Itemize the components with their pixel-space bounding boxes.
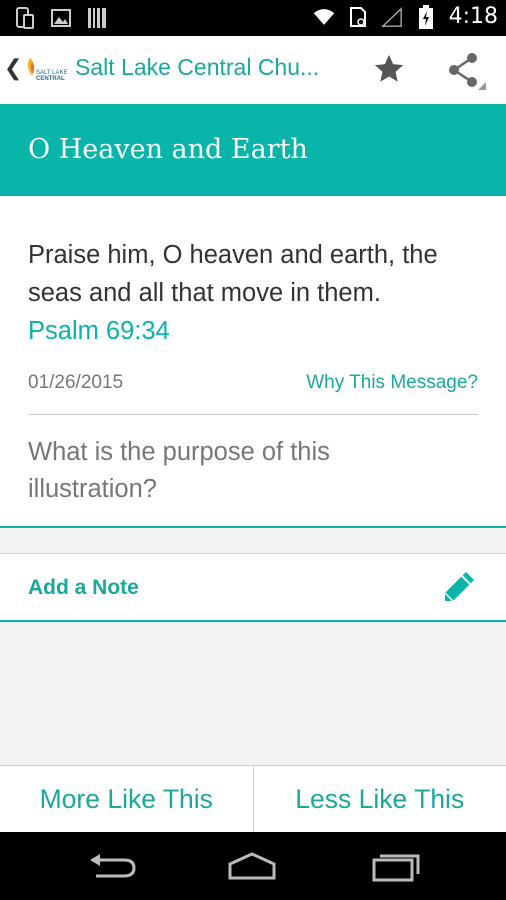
- pencil-icon[interactable]: [440, 568, 478, 606]
- message-date: 01/26/2015: [28, 372, 124, 393]
- less-like-this-button[interactable]: Less Like This: [252, 766, 506, 833]
- phone-tablet-icon: [14, 6, 36, 30]
- more-like-this-button[interactable]: More Like This: [0, 766, 253, 833]
- feedback-buttons: More Like This Less Like This: [0, 765, 506, 833]
- sim-icon: [347, 5, 369, 29]
- add-note-label[interactable]: Add a Note: [28, 576, 139, 600]
- signal-icon: [380, 5, 403, 29]
- star-icon[interactable]: [372, 52, 406, 86]
- app-bar: ❮ SALT LAKE CENTRAL Salt Lake Central Ch…: [0, 36, 506, 104]
- verse-reference[interactable]: Psalm 69:34: [28, 312, 483, 350]
- app-title[interactable]: Salt Lake Central Chu...: [75, 54, 345, 81]
- wifi-icon: [313, 5, 335, 29]
- church-logo[interactable]: SALT LAKE CENTRAL: [22, 54, 70, 86]
- image-icon: [50, 6, 72, 30]
- verse-body: Praise him, O heaven and earth, the seas…: [28, 241, 438, 307]
- home-icon[interactable]: [226, 850, 278, 882]
- back-icon[interactable]: [86, 850, 138, 882]
- message-banner: O Heaven and Earth: [0, 104, 506, 196]
- divider: [28, 414, 478, 415]
- battery-icon: [415, 4, 437, 29]
- recent-apps-icon[interactable]: [370, 850, 422, 882]
- message-card: Praise him, O heaven and earth, the seas…: [0, 196, 506, 528]
- barcode-icon: [86, 6, 108, 30]
- clock: 4:18: [448, 4, 498, 29]
- status-bar: 4:18: [0, 0, 506, 36]
- back-chevron-icon[interactable]: ❮: [4, 56, 22, 81]
- message-title: O Heaven and Earth: [28, 134, 308, 165]
- add-note-row[interactable]: Add a Note: [0, 553, 506, 622]
- system-nav-bar: [0, 832, 506, 900]
- verse-text: Praise him, O heaven and earth, the seas…: [28, 236, 483, 350]
- svg-text:CENTRAL: CENTRAL: [36, 76, 65, 82]
- why-this-message-link[interactable]: Why This Message?: [306, 372, 478, 394]
- reflection-question: What is the purpose of this illustration…: [28, 438, 330, 503]
- share-icon[interactable]: [446, 50, 486, 90]
